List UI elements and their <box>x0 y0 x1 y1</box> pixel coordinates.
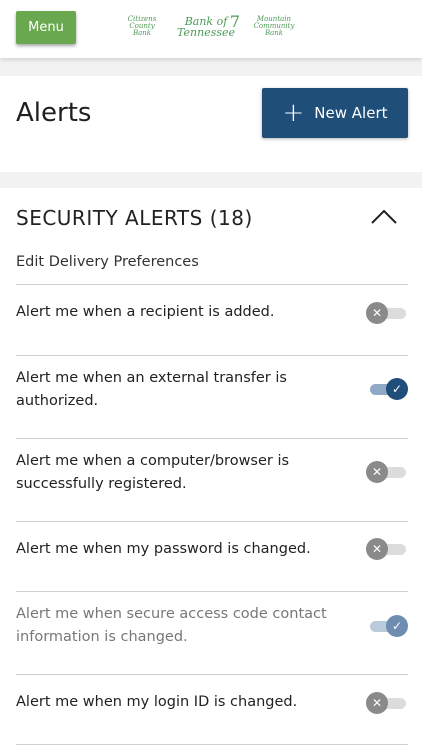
divider <box>16 744 408 745</box>
toggle-recipient-added[interactable]: ✕ <box>366 302 408 324</box>
alert-text-secure-access-code: Alert me when secure access code contact… <box>16 606 327 645</box>
alert-text-browser-registered: Alert me when a computer/browser is succ… <box>16 453 290 492</box>
toggle-external-transfer[interactable]: ✓ <box>366 378 408 400</box>
toggle-browser-registered[interactable]: ✕ <box>366 461 408 483</box>
check-icon: ✓ <box>386 615 408 637</box>
toggle-login-id-changed[interactable]: ✕ <box>366 692 408 714</box>
page-header: Alerts + New Alert <box>0 76 422 172</box>
divider <box>16 591 408 592</box>
section-title: SECURITY ALERTS (18) <box>16 206 253 230</box>
toggle-secure-access-code[interactable]: ✓ <box>366 615 408 637</box>
divider <box>16 355 408 356</box>
toggle-password-changed[interactable]: ✕ <box>366 538 408 560</box>
alert-text-login-id-changed: Alert me when my login ID is changed. <box>16 694 298 710</box>
new-alert-label: New Alert <box>314 104 388 122</box>
divider <box>16 438 408 439</box>
x-icon: ✕ <box>366 461 388 483</box>
alert-text-recipient-added: Alert me when a recipient is added. <box>16 304 275 320</box>
mountain-community-bank-logo[interactable]: Mountain Community Bank <box>250 16 298 37</box>
top-bar: Menu Citizens County Bank Bank of Tennes… <box>0 0 422 58</box>
citizens-county-bank-logo[interactable]: Citizens County Bank <box>124 16 160 37</box>
divider <box>16 284 408 285</box>
new-alert-button[interactable]: + New Alert <box>262 88 408 138</box>
edit-delivery-preferences-link[interactable]: Edit Delivery Preferences <box>16 254 199 270</box>
chevron-up-icon[interactable] <box>370 208 398 226</box>
page-title: Alerts <box>16 98 92 128</box>
x-icon: ✕ <box>366 538 388 560</box>
plus-icon: + <box>282 98 305 128</box>
x-icon: ✕ <box>366 302 388 324</box>
menu-button[interactable]: Menu <box>16 11 76 44</box>
bank-of-tennessee-logo[interactable]: Bank of Tennessee 7 <box>170 14 242 39</box>
divider <box>16 521 408 522</box>
alert-text-external-transfer: Alert me when an external transfer is au… <box>16 370 287 409</box>
divider <box>16 674 408 675</box>
x-icon: ✕ <box>366 692 388 714</box>
check-icon: ✓ <box>386 378 408 400</box>
alert-text-password-changed: Alert me when my password is changed. <box>16 541 311 557</box>
security-alerts-section: SECURITY ALERTS (18) Edit Delivery Prefe… <box>0 188 422 750</box>
